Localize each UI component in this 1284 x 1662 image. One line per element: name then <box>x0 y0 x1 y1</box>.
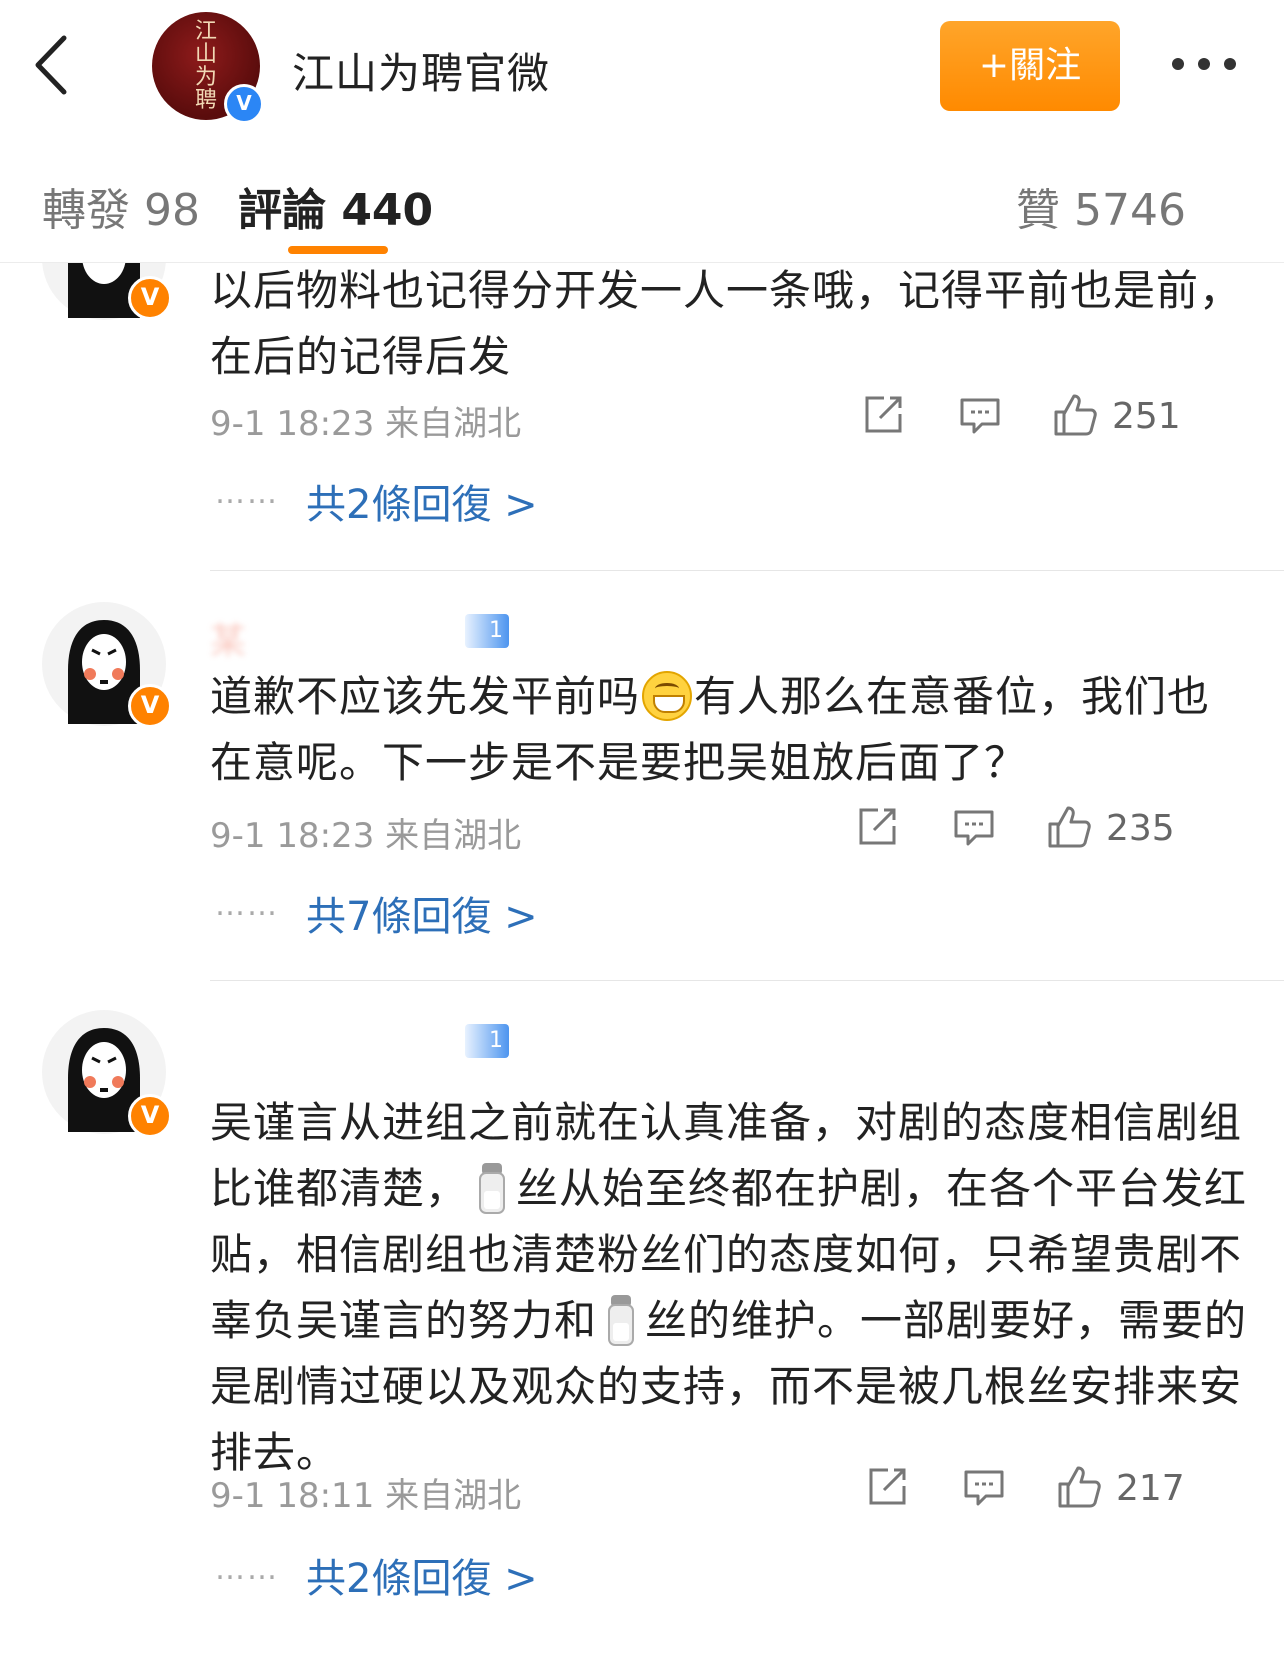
like-count: 251 <box>1112 396 1181 437</box>
comment-meta: 9-1 18:23 来自湖北 <box>210 404 522 444</box>
view-replies-link[interactable]: 共7條回復 > <box>306 884 538 942</box>
tab-likes[interactable]: 贊 5746 <box>1016 174 1186 238</box>
comment-meta: 9-1 18:11 来自湖北 <box>210 1476 522 1516</box>
tab-comments[interactable]: 評論 440 <box>238 174 433 238</box>
comment-text: 吴谨言从进组之前就在认真准备，对剧的态度相信剧组比谁都清楚， 丝从始至终都在护剧，… <box>210 1098 1248 1477</box>
reply-dots: …… <box>215 1552 279 1587</box>
repost-icon[interactable] <box>866 1466 908 1512</box>
like-count: 217 <box>1116 1468 1185 1509</box>
grin-emoji-icon <box>642 671 693 721</box>
like-count: 235 <box>1106 808 1175 849</box>
top-bar: 江山为聘 V 江山为聘官微 +關注 <box>0 0 1284 133</box>
repost-icon[interactable] <box>862 394 904 440</box>
verified-icon: V <box>224 84 264 124</box>
fan-level-badge: 1 <box>465 1024 509 1058</box>
more-options-icon[interactable] <box>1172 58 1236 70</box>
comment-text: 以后物料也记得分开发一人一条哦，记得平前也是前，在后的记得后发 <box>210 266 1243 381</box>
view-replies-link[interactable]: 共2條回復 > <box>306 472 538 530</box>
reply-dots: …… <box>215 888 279 923</box>
comment-text: 道歉不应该先发平前吗 有人那么在意番位，我们也在意呢。下一步是不是要把吴姐放后面了… <box>210 671 1211 787</box>
active-tab-indicator <box>288 246 388 254</box>
comment-divider <box>210 980 1284 981</box>
comment-divider <box>210 570 1284 571</box>
salt-shaker-icon <box>478 1161 506 1215</box>
salt-shaker-icon <box>607 1293 635 1347</box>
comment-icon[interactable] <box>958 396 1002 440</box>
comment-icon[interactable] <box>952 808 996 852</box>
reply-dots: …… <box>215 476 279 511</box>
like-thumb-icon[interactable] <box>1056 1464 1102 1514</box>
avatar-calligraphy: 江山为聘 <box>194 19 217 113</box>
comment-meta: 9-1 18:23 来自湖北 <box>210 816 522 856</box>
fan-level-badge: 1 <box>465 614 509 648</box>
follow-button[interactable]: +關注 <box>940 21 1120 111</box>
comment-icon[interactable] <box>962 1468 1006 1512</box>
view-replies-link[interactable]: 共2條回復 > <box>306 1546 538 1604</box>
like-thumb-icon[interactable] <box>1046 804 1092 854</box>
back-arrow-icon[interactable] <box>28 30 78 100</box>
repost-icon[interactable] <box>856 806 898 852</box>
tab-reposts[interactable]: 轉發 98 <box>42 174 200 238</box>
tab-bar: 轉發 98 評論 440 贊 5746 <box>0 132 1284 263</box>
like-thumb-icon[interactable] <box>1052 392 1098 442</box>
verified-orange-icon: V <box>128 1094 172 1138</box>
verified-orange-icon: V <box>128 276 172 320</box>
account-name[interactable]: 江山为聘官微 <box>292 40 550 101</box>
verified-orange-icon: V <box>128 684 172 728</box>
